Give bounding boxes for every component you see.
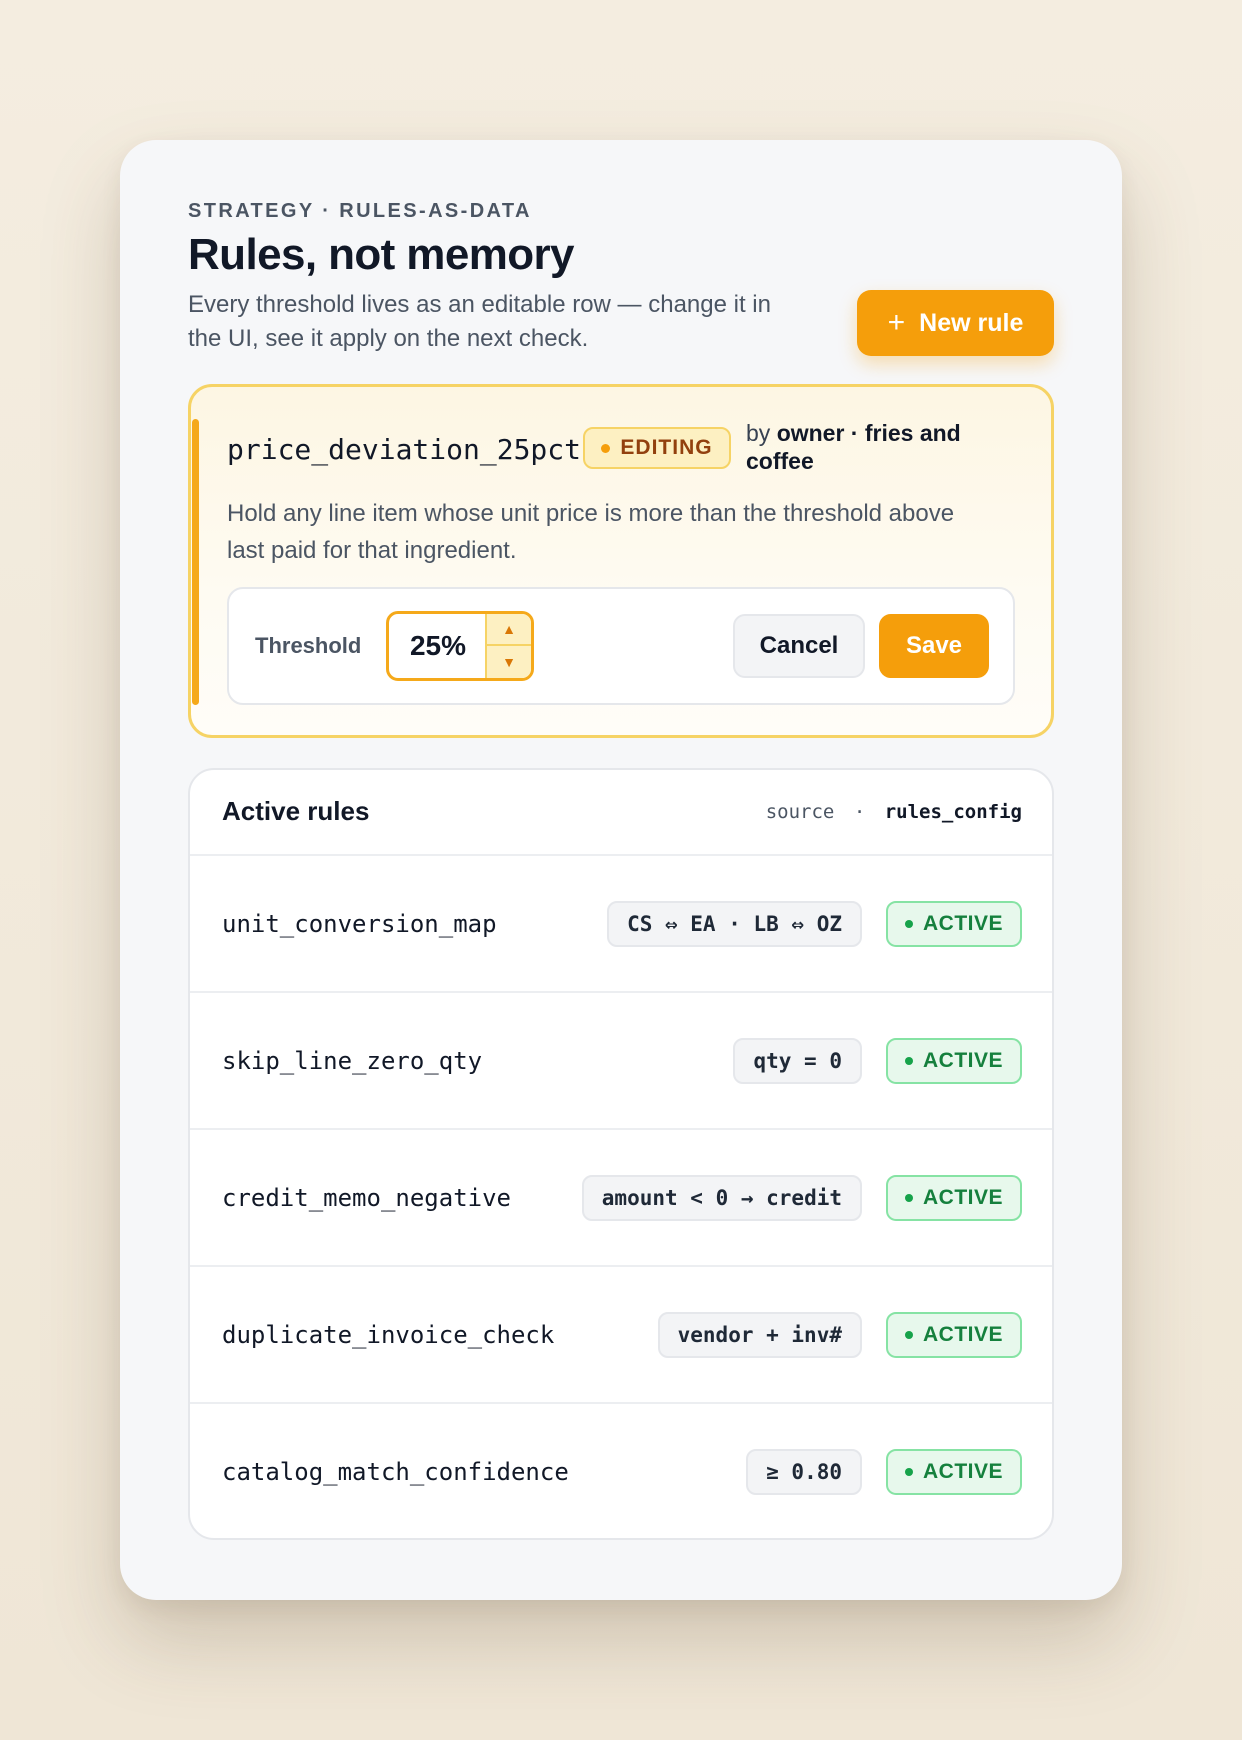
status-badge: ACTIVE bbox=[886, 1038, 1022, 1084]
status-badge: ACTIVE bbox=[886, 901, 1022, 947]
status-badge: ACTIVE bbox=[886, 1449, 1022, 1495]
active-rules-title: Active rules bbox=[222, 796, 370, 826]
editing-badge: EDITING bbox=[583, 427, 731, 469]
rule-description: Hold any line item whose unit price is m… bbox=[227, 500, 955, 564]
editor-controls: Threshold 25% ▲ ▼ Cancel Save bbox=[227, 587, 1015, 705]
rule-byline: by owner · fries and coffee bbox=[746, 419, 1016, 475]
status-dot-icon bbox=[904, 1331, 913, 1339]
plus-icon: + bbox=[887, 306, 906, 339]
increment-icon[interactable]: ▲ bbox=[487, 614, 531, 646]
decrement-icon[interactable]: ▼ bbox=[487, 646, 531, 678]
threshold-stepper[interactable]: 25% ▲ ▼ bbox=[386, 611, 534, 681]
rule-name: skip_line_zero_qty bbox=[222, 1047, 483, 1075]
status-label: ACTIVE bbox=[922, 1323, 1003, 1346]
byline-prefix: by bbox=[746, 420, 771, 446]
status-dot-icon bbox=[904, 1468, 913, 1476]
rule-value-chip: vendor + inv# bbox=[657, 1312, 862, 1358]
status-label: ACTIVE bbox=[922, 1049, 1003, 1072]
new-rule-label: New rule bbox=[919, 308, 1024, 337]
rule-value-chip: CS ⇔ EA · LB ⇔ OZ bbox=[607, 901, 862, 947]
threshold-label: Threshold bbox=[255, 633, 362, 658]
editing-badge-label: EDITING bbox=[620, 436, 713, 459]
rule-value-chip: ≥ 0.80 bbox=[746, 1449, 862, 1495]
rule-row[interactable]: unit_conversion_map CS ⇔ EA · LB ⇔ OZ AC… bbox=[190, 856, 1052, 993]
editing-rule-name: price_deviation_25pct bbox=[227, 433, 582, 466]
active-rules-header: Active rules source · rules_config bbox=[190, 770, 1052, 856]
eyebrow: STRATEGY · RULES-AS-DATA bbox=[188, 200, 532, 222]
rule-value-chip: qty = 0 bbox=[733, 1038, 862, 1084]
active-rules-list: Active rules source · rules_config unit_… bbox=[188, 768, 1054, 1540]
rule-name: duplicate_invoice_check bbox=[222, 1321, 555, 1349]
editor-accent-bar bbox=[192, 419, 199, 705]
source-separator: · bbox=[853, 801, 866, 823]
byline-owner: owner · fries and coffee bbox=[746, 420, 961, 474]
threshold-input[interactable]: 25% bbox=[389, 614, 487, 678]
rule-row[interactable]: duplicate_invoice_check vendor + inv# AC… bbox=[190, 1267, 1052, 1404]
status-dot-icon bbox=[904, 920, 913, 928]
status-dot-icon bbox=[904, 1194, 913, 1202]
page-title: Rules, not memory bbox=[188, 230, 574, 279]
rule-row[interactable]: credit_memo_negative amount < 0 → credit… bbox=[190, 1130, 1052, 1267]
status-label: ACTIVE bbox=[922, 1186, 1003, 1209]
rule-name: unit_conversion_map bbox=[222, 910, 497, 938]
rule-name: catalog_match_confidence bbox=[222, 1458, 569, 1486]
source-value: rules_config bbox=[884, 801, 1022, 823]
rules-panel: STRATEGY · RULES-AS-DATA Rules, not memo… bbox=[120, 140, 1122, 1600]
status-dot-icon bbox=[904, 1057, 913, 1065]
status-badge: ACTIVE bbox=[886, 1175, 1022, 1221]
rules-source: source · rules_config bbox=[766, 801, 1022, 823]
source-label: source bbox=[765, 801, 835, 823]
rule-editor: price_deviation_25pct EDITING by owner ·… bbox=[188, 384, 1054, 738]
status-badge: ACTIVE bbox=[886, 1312, 1022, 1358]
rule-row[interactable]: catalog_match_confidence ≥ 0.80 ACTIVE bbox=[190, 1404, 1052, 1538]
status-label: ACTIVE bbox=[922, 1460, 1003, 1483]
rule-name: credit_memo_negative bbox=[222, 1184, 511, 1212]
cancel-button[interactable]: Cancel bbox=[733, 614, 865, 678]
page-subtitle: Every threshold lives as an editable row… bbox=[188, 291, 771, 352]
rule-row[interactable]: skip_line_zero_qty qty = 0 ACTIVE bbox=[190, 993, 1052, 1130]
rule-value-chip: amount < 0 → credit bbox=[581, 1175, 862, 1221]
save-button[interactable]: Save bbox=[879, 614, 989, 678]
status-label: ACTIVE bbox=[922, 912, 1003, 935]
stepper-buttons: ▲ ▼ bbox=[485, 614, 531, 678]
status-dot-icon bbox=[601, 443, 611, 453]
new-rule-button[interactable]: + New rule bbox=[857, 290, 1054, 356]
